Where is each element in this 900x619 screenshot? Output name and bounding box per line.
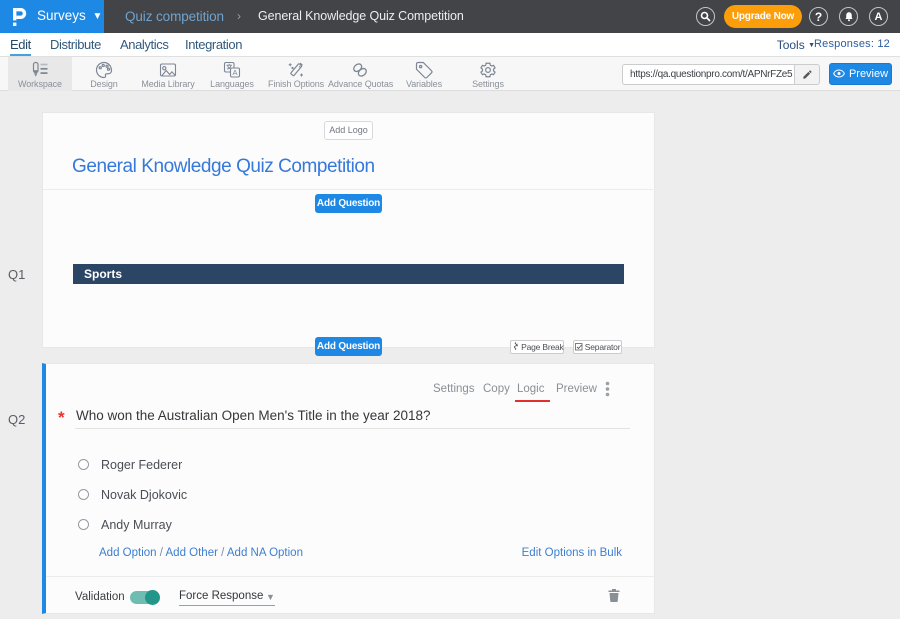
svg-text:A: A xyxy=(232,68,237,77)
